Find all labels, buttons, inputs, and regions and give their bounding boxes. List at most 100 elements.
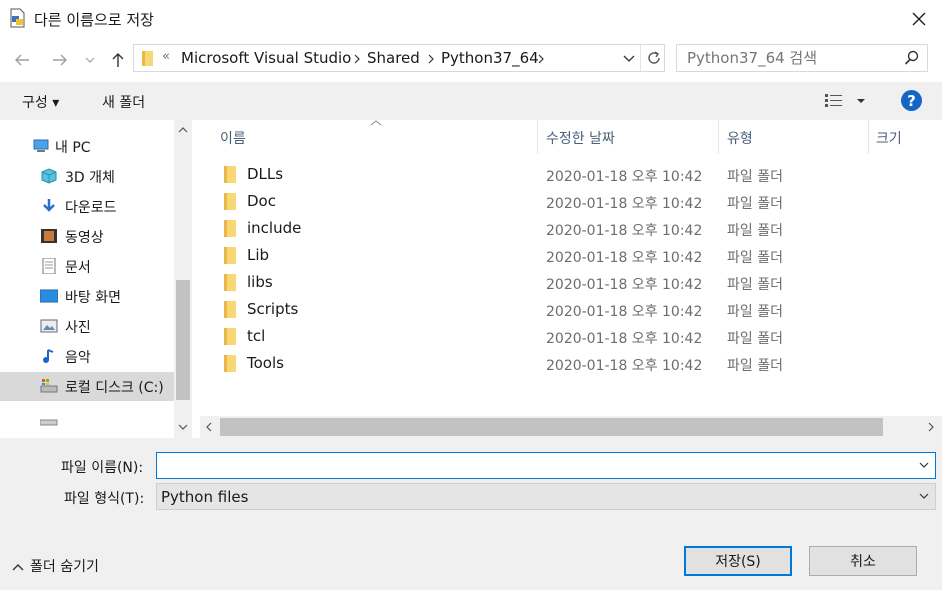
- sidebar-item-pictures[interactable]: 사진: [0, 312, 174, 340]
- chevron-right-icon[interactable]: [428, 54, 435, 64]
- file-modified: 2020-01-18 오후 10:42: [546, 358, 703, 374]
- filename-field[interactable]: [156, 452, 936, 479]
- file-row[interactable]: Tools 2020-01-18 오후 10:42 파일 폴더: [200, 350, 938, 377]
- up-button[interactable]: [104, 46, 132, 74]
- file-modified: 2020-01-18 오후 10:42: [546, 169, 703, 185]
- hide-folders-label: 폴더 숨기기: [30, 559, 99, 575]
- file-row[interactable]: tcl 2020-01-18 오후 10:42 파일 폴더: [200, 323, 938, 350]
- file-name[interactable]: Tools: [247, 354, 284, 372]
- file-type: 파일 폴더: [727, 358, 783, 374]
- sidebar-item-label: 바탕 화면: [65, 290, 121, 306]
- address-overflow[interactable]: «: [162, 49, 170, 64]
- sidebar-scroll-thumb[interactable]: [176, 280, 190, 400]
- folder-icon: [224, 355, 236, 372]
- column-name[interactable]: 이름: [220, 128, 246, 148]
- chevron-left-icon[interactable]: [206, 422, 212, 432]
- toolbar: 구성 ▾ 새 폴더 ?: [0, 82, 942, 120]
- folder-icon: [224, 193, 236, 210]
- search-input[interactable]: [687, 49, 897, 67]
- forward-arrow-icon: [53, 54, 67, 66]
- file-modified: 2020-01-18 오후 10:42: [546, 250, 703, 266]
- file-row[interactable]: include 2020-01-18 오후 10:42 파일 폴더: [200, 215, 938, 242]
- sidebar-item-this-pc[interactable]: 내 PC: [0, 132, 174, 160]
- search-box[interactable]: [676, 44, 928, 72]
- file-name[interactable]: Lib: [247, 246, 269, 264]
- address-bar[interactable]: « Microsoft Visual Studio Shared Python3…: [133, 44, 665, 72]
- window-title: 다른 이름으로 저장: [34, 11, 154, 29]
- address-dropdown-icon[interactable]: [620, 49, 638, 67]
- view-dropdown-icon[interactable]: [856, 98, 866, 104]
- file-modified: 2020-01-18 오후 10:42: [546, 223, 703, 239]
- sidebar-item-label: 로컬 디스크 (C:): [65, 380, 164, 396]
- breadcrumb-item[interactable]: Microsoft Visual Studio: [181, 49, 351, 67]
- folder-icon: [224, 328, 236, 345]
- file-row[interactable]: Scripts 2020-01-18 오후 10:42 파일 폴더: [200, 296, 938, 323]
- hide-folders-button[interactable]: 폴더 숨기기: [12, 556, 99, 576]
- sidebar-item-desktop[interactable]: 바탕 화면: [0, 282, 174, 310]
- title-bar: 다른 이름으로 저장: [0, 0, 942, 38]
- column-header: 이름 수정한 날짜 유형 크기: [200, 120, 942, 154]
- refresh-button[interactable]: [640, 45, 667, 71]
- help-icon[interactable]: ?: [901, 90, 922, 111]
- chevron-down-icon[interactable]: [178, 424, 188, 430]
- drive-icon: [40, 419, 58, 426]
- file-row[interactable]: libs 2020-01-18 오후 10:42 파일 폴더: [200, 269, 938, 296]
- file-name[interactable]: Doc: [247, 192, 276, 210]
- search-icon[interactable]: [904, 50, 920, 66]
- sort-ascending-icon: [370, 120, 382, 126]
- sidebar-item-3d-objects[interactable]: 3D 개체: [0, 162, 174, 190]
- sidebar-item-label: 음악: [65, 350, 91, 366]
- chevron-right-icon[interactable]: [354, 54, 361, 64]
- file-type: 파일 폴더: [727, 223, 783, 239]
- column-modified[interactable]: 수정한 날짜: [546, 128, 615, 148]
- pc-icon: [33, 139, 49, 152]
- file-name[interactable]: Scripts: [247, 300, 298, 318]
- sidebar-item-documents[interactable]: 문서: [0, 252, 174, 280]
- file-row[interactable]: Doc 2020-01-18 오후 10:42 파일 폴더: [200, 188, 938, 215]
- sidebar-item-local-disk[interactable]: 로컬 디스크 (C:): [0, 372, 174, 401]
- chevron-down-icon: [85, 57, 95, 63]
- breadcrumb-item[interactable]: Shared: [367, 49, 420, 67]
- forward-button[interactable]: [46, 46, 74, 74]
- document-icon: [42, 258, 56, 274]
- chevron-right-icon[interactable]: [538, 54, 545, 64]
- folder-icon: [224, 247, 236, 264]
- column-type[interactable]: 유형: [727, 128, 753, 148]
- filename-label: 파일 이름(N):: [61, 460, 144, 476]
- recent-locations-button[interactable]: [80, 46, 100, 74]
- chevron-down-icon[interactable]: [918, 459, 930, 471]
- file-row[interactable]: DLLs 2020-01-18 오후 10:42 파일 폴더: [200, 161, 938, 188]
- sidebar-item-music[interactable]: 음악: [0, 342, 174, 370]
- cancel-button[interactable]: 취소: [809, 546, 917, 576]
- file-modified: 2020-01-18 오후 10:42: [546, 196, 703, 212]
- breadcrumb-item[interactable]: Python37_64: [441, 49, 539, 67]
- new-folder-button[interactable]: 새 폴더: [102, 92, 145, 112]
- folder-icon: [224, 274, 236, 291]
- view-options-icon[interactable]: [824, 92, 844, 108]
- file-name[interactable]: DLLs: [247, 165, 283, 183]
- file-name[interactable]: tcl: [247, 327, 265, 345]
- save-button[interactable]: 저장(S): [684, 546, 792, 576]
- video-icon: [41, 229, 57, 243]
- back-button[interactable]: [8, 46, 36, 74]
- file-type: 파일 폴더: [727, 304, 783, 320]
- chevron-up-icon: [12, 564, 24, 571]
- file-modified: 2020-01-18 오후 10:42: [546, 331, 703, 347]
- horizontal-scroll-thumb[interactable]: [220, 418, 883, 436]
- filetype-select[interactable]: Python files: [156, 483, 936, 510]
- sidebar-item-videos[interactable]: 동영상: [0, 222, 174, 250]
- file-row[interactable]: Lib 2020-01-18 오후 10:42 파일 폴더: [200, 242, 938, 269]
- music-icon: [43, 349, 54, 363]
- file-name[interactable]: libs: [247, 273, 273, 291]
- picture-icon: [40, 319, 58, 333]
- refresh-icon: [648, 51, 660, 64]
- chevron-up-icon[interactable]: [178, 127, 188, 133]
- sidebar-item-label: 다운로드: [65, 200, 117, 216]
- organize-button[interactable]: 구성 ▾: [22, 92, 59, 112]
- column-size[interactable]: 크기: [876, 128, 902, 148]
- file-name[interactable]: include: [247, 219, 301, 237]
- close-button[interactable]: [902, 4, 936, 34]
- sidebar-item-drive[interactable]: [0, 406, 174, 434]
- sidebar-item-downloads[interactable]: 다운로드: [0, 192, 174, 220]
- chevron-right-icon[interactable]: [928, 422, 934, 432]
